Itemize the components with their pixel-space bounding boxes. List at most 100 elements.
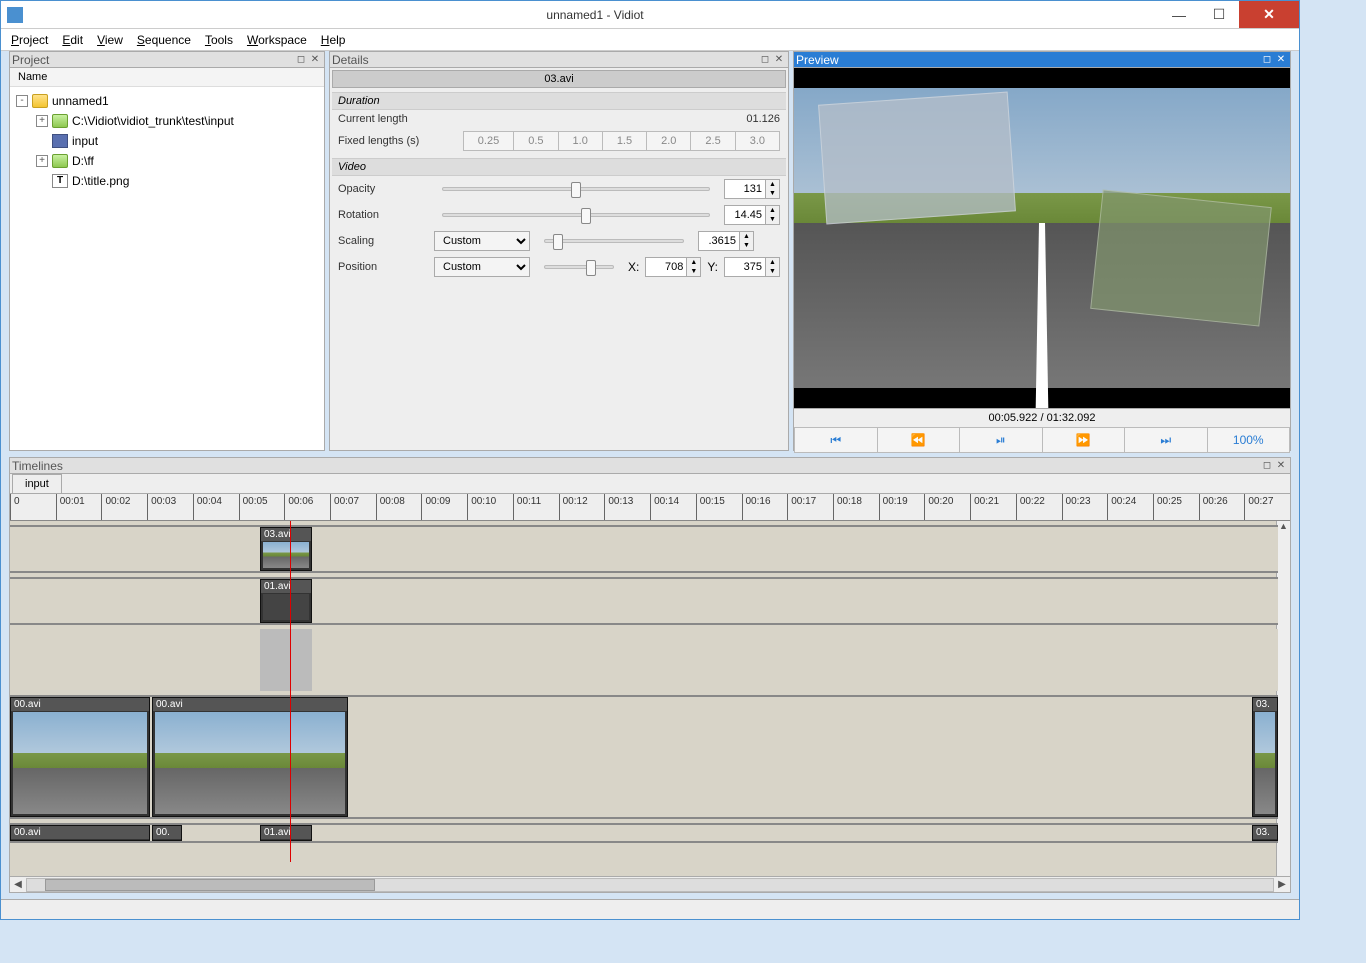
y-field[interactable]: ▲▼ <box>724 257 780 277</box>
timeline-hscroll[interactable]: ◀ ▶ <box>10 876 1290 892</box>
ruler-tick: 0 <box>10 494 56 520</box>
menu-view[interactable]: View <box>97 33 123 47</box>
tree-expander-icon[interactable]: + <box>36 155 48 167</box>
preview-next-button[interactable]: ⏩ <box>1043 427 1126 453</box>
text-icon: T <box>52 174 68 188</box>
ruler-tick: 00:17 <box>787 494 833 520</box>
track-4[interactable]: 00.avi 00. 01.avi 03. <box>10 823 1278 843</box>
menu-tools[interactable]: Tools <box>205 33 233 47</box>
preview-dock-icon[interactable]: ◻ <box>1260 54 1274 65</box>
preview-timecode: 00:05.922 / 01:32.092 <box>794 408 1290 427</box>
preview-close-icon[interactable]: ✕ <box>1274 54 1288 65</box>
preview-zoom[interactable]: 100% <box>1208 427 1291 453</box>
ruler-tick: 00:03 <box>147 494 193 520</box>
ruler-tick: 00:09 <box>421 494 467 520</box>
scroll-right-icon[interactable]: ▶ <box>1274 879 1290 890</box>
fixed-length-button[interactable]: 1.0 <box>559 132 603 150</box>
project-column-name[interactable]: Name <box>10 68 324 87</box>
scaling-field[interactable]: ▲▼ <box>698 231 754 251</box>
tree-row[interactable]: +C:\Vidiot\vidiot_trunk\test\input <box>10 111 324 131</box>
details-header[interactable]: Details ◻ ✕ <box>330 52 788 68</box>
tree-label: D:\ff <box>72 154 94 168</box>
scaling-mode-select[interactable]: Custom <box>434 231 530 251</box>
project-tree[interactable]: -unnamed1+C:\Vidiot\vidiot_trunk\test\in… <box>10 87 324 195</box>
timeline-tab-input[interactable]: input <box>12 474 62 493</box>
track-gap <box>10 629 1278 691</box>
preview-viewport[interactable] <box>794 68 1290 408</box>
ruler-tick: 00:22 <box>1016 494 1062 520</box>
position-mode-select[interactable]: Custom <box>434 257 530 277</box>
ruler-tick: 00:20 <box>924 494 970 520</box>
ruler-tick: 00:27 <box>1244 494 1290 520</box>
fixed-length-button[interactable]: 3.0 <box>736 132 779 150</box>
clip-03avi[interactable]: 03.avi <box>260 527 312 571</box>
preview-last-button[interactable]: ⏭ <box>1125 427 1208 453</box>
details-close-icon[interactable]: ✕ <box>772 54 786 65</box>
x-field[interactable]: ▲▼ <box>645 257 701 277</box>
track-1[interactable]: 03.avi <box>10 525 1278 573</box>
ruler-tick: 00:18 <box>833 494 879 520</box>
menu-project[interactable]: Project <box>11 33 48 47</box>
timeline-ruler[interactable]: 000:0100:0200:0300:0400:0500:0600:0700:0… <box>10 493 1290 521</box>
project-close-icon[interactable]: ✕ <box>308 54 322 65</box>
fixed-length-button[interactable]: 0.25 <box>464 132 514 150</box>
menu-help[interactable]: Help <box>321 33 346 47</box>
preview-first-button[interactable]: ⏮ <box>794 427 878 453</box>
tree-row[interactable]: -unnamed1 <box>10 91 324 111</box>
clip-audio-00b[interactable]: 00. <box>152 825 182 841</box>
tree-row[interactable]: TD:\title.png <box>10 171 324 191</box>
clip-00avi-a[interactable]: 00.avi <box>10 697 150 817</box>
menu-edit[interactable]: Edit <box>62 33 83 47</box>
details-dock-icon[interactable]: ◻ <box>758 54 772 65</box>
fixed-length-button[interactable]: 1.5 <box>603 132 647 150</box>
preview-header[interactable]: Preview ◻ ✕ <box>794 52 1290 68</box>
scaling-slider[interactable] <box>544 239 684 243</box>
playhead[interactable] <box>290 521 291 862</box>
ruler-tick: 00:21 <box>970 494 1016 520</box>
position-x-slider[interactable] <box>544 265 614 269</box>
ruler-tick: 00:06 <box>284 494 330 520</box>
fixed-length-button[interactable]: 0.5 <box>514 132 558 150</box>
timelines-dock-icon[interactable]: ◻ <box>1260 460 1274 471</box>
ruler-tick: 00:01 <box>56 494 102 520</box>
timelines-header[interactable]: Timelines ◻ ✕ <box>10 458 1290 474</box>
menu-workspace[interactable]: Workspace <box>247 33 307 47</box>
current-length-label: Current length <box>338 113 428 125</box>
timelines-close-icon[interactable]: ✕ <box>1274 460 1288 471</box>
clip-audio-01[interactable]: 01.avi <box>260 825 312 841</box>
current-length-value: 01.126 <box>746 113 780 125</box>
clip-03avi-tail[interactable]: 03. <box>1252 697 1278 817</box>
project-dock-icon[interactable]: ◻ <box>294 54 308 65</box>
timeline-tracks[interactable]: ▲ 03.avi 01.avi <box>10 521 1290 876</box>
fixed-length-button[interactable]: 2.0 <box>647 132 691 150</box>
ruler-tick: 00:10 <box>467 494 513 520</box>
project-title: Project <box>12 53 49 67</box>
minimize-button[interactable]: — <box>1159 1 1199 28</box>
tree-expander-icon[interactable]: + <box>36 115 48 127</box>
scroll-left-icon[interactable]: ◀ <box>10 879 26 890</box>
menu-sequence[interactable]: Sequence <box>137 33 191 47</box>
opacity-slider[interactable] <box>442 187 710 191</box>
clip-01avi[interactable]: 01.avi <box>260 579 312 623</box>
preview-play-button[interactable]: ⏯ <box>960 427 1043 453</box>
tree-expander-icon[interactable]: - <box>16 95 28 107</box>
tree-row[interactable]: + D:\ff <box>10 151 324 171</box>
maximize-button[interactable]: ☐ <box>1199 1 1239 28</box>
opacity-field[interactable]: ▲▼ <box>724 179 780 199</box>
fixed-length-button[interactable]: 2.5 <box>691 132 735 150</box>
folder-icon <box>32 94 48 108</box>
preview-prev-button[interactable]: ⏪ <box>878 427 961 453</box>
track-2[interactable]: 01.avi <box>10 577 1278 625</box>
clip-audio-03[interactable]: 03. <box>1252 825 1278 841</box>
rotation-field[interactable]: ▲▼ <box>724 205 780 225</box>
tree-row[interactable]: input <box>10 131 324 151</box>
close-button[interactable]: ✕ <box>1239 1 1299 28</box>
rotation-slider[interactable] <box>442 213 710 217</box>
ruler-tick: 00:26 <box>1199 494 1245 520</box>
clip-audio-00a[interactable]: 00.avi <box>10 825 150 841</box>
scroll-thumb[interactable] <box>45 879 375 891</box>
track-3[interactable]: 00.avi 00.avi 03. <box>10 695 1278 819</box>
clip-00avi-b[interactable]: 00.avi <box>152 697 348 817</box>
tree-label: input <box>72 134 98 148</box>
project-header[interactable]: Project ◻ ✕ <box>10 52 324 68</box>
